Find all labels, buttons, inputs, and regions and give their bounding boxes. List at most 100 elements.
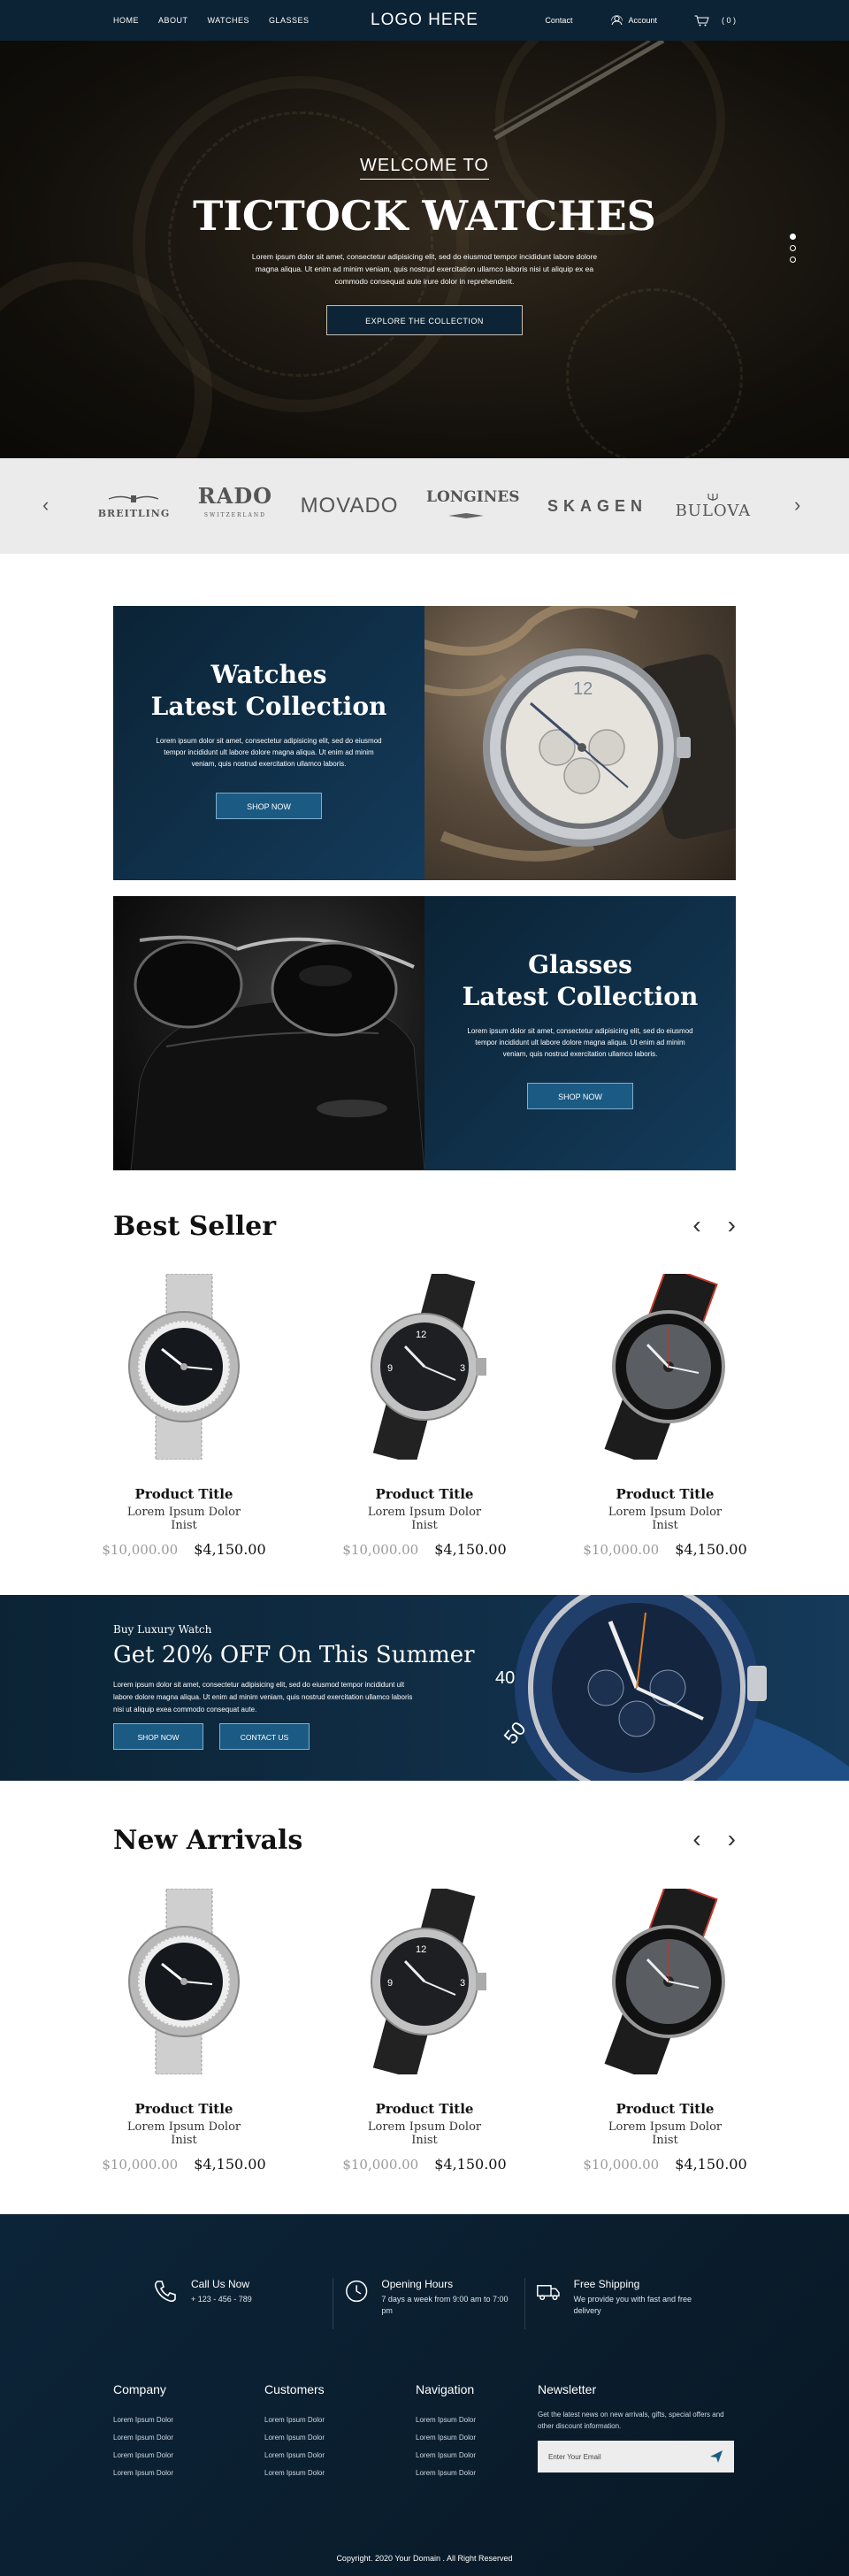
product-card[interactable]: Product Title Lorem Ipsum Dolor Inist $1…: [102, 1273, 266, 1558]
product-subtitle: Lorem Ipsum Dolor Inist: [126, 1506, 241, 1532]
steel-watch-image: [128, 1888, 240, 2075]
brand-next-arrow-icon[interactable]: ›: [794, 494, 800, 517]
newsletter-email-input[interactable]: Enter Your Email: [538, 2441, 734, 2472]
sunglasses-image: [130, 935, 424, 1170]
product-subtitle: Lorem Ipsum Dolor Inist: [608, 1506, 723, 1532]
feature-text: 7 days a week from 9:00 am to 7:00 pm: [381, 2295, 509, 2315]
site-footer: Call Us Now + 123 - 456 - 789 Opening Ho…: [0, 2214, 849, 2576]
new-arrivals-title: New Arrivals: [113, 1825, 303, 1856]
footer-link[interactable]: Lorem Ipsum Dolor: [264, 2434, 325, 2442]
feature-text: We provide you with fast and free delive…: [573, 2295, 692, 2315]
product-title[interactable]: Product Title: [594, 1486, 736, 1502]
product-subtitle: Lorem Ipsum Dolor Inist: [367, 2120, 482, 2147]
footer-column-title: Customers: [264, 2382, 325, 2396]
new-arrivals-prev-arrow-icon[interactable]: ‹: [692, 1825, 700, 1853]
product-old-price: $10,000.00: [342, 1542, 419, 1558]
cart-count: ( 0 ): [721, 16, 736, 25]
product-card[interactable]: 12 3 9 Product Title Lorem Ipsum Dolor I…: [342, 1269, 507, 1558]
omega-watch-image: 50 40: [495, 1595, 849, 1781]
brand-longines[interactable]: LONGINES: [426, 488, 520, 524]
product-price: $4,150.00: [675, 2156, 747, 2173]
footer-link[interactable]: Lorem Ipsum Dolor: [416, 2434, 476, 2442]
glasses-collection-panel: Glasses Latest Collection Lorem ipsum do…: [424, 896, 736, 1170]
glasses-shop-now-button[interactable]: SHOP NOW: [527, 1083, 633, 1109]
footer-link[interactable]: Lorem Ipsum Dolor: [416, 2451, 476, 2459]
pilot-watch-image: 12 3 9: [371, 1884, 486, 2080]
promo-text: Lorem ipsum dolor sit amet, consectetur …: [113, 1681, 413, 1714]
hero-content: WELCOME TO TICTOCK WATCHES Lorem ipsum d…: [0, 156, 849, 335]
footer-link[interactable]: Lorem Ipsum Dolor: [113, 2416, 173, 2424]
glasses-collection-banner: Glasses Latest Collection Lorem ipsum do…: [113, 896, 736, 1170]
brand-movado[interactable]: MOVADO: [301, 494, 399, 518]
brand-prev-arrow-icon[interactable]: ‹: [42, 494, 49, 517]
brand-logos: BREITLING RADO SWITZERLAND MOVADO LONGINE…: [84, 458, 765, 554]
footer-column-title: Company: [113, 2382, 166, 2396]
product-card[interactable]: 12 3 9 Product Title Lorem Ipsum Dolor I…: [342, 1884, 507, 2173]
product-image[interactable]: [113, 1888, 255, 2075]
newsletter-text: Get the latest news on new arrivals, gif…: [538, 2411, 724, 2430]
best-seller-prev-arrow-icon[interactable]: ‹: [692, 1211, 700, 1239]
product-image[interactable]: [113, 1273, 255, 1460]
svg-text:12: 12: [416, 1944, 426, 1955]
contact-us-button[interactable]: CONTACT US: [219, 1723, 310, 1750]
footer-column-title: Newsletter: [538, 2382, 597, 2396]
brand-breitling[interactable]: BREITLING: [98, 493, 170, 519]
glasses-collection-title: Glasses Latest Collection: [462, 950, 699, 1011]
svg-text:3: 3: [460, 1363, 465, 1374]
footer-link[interactable]: Lorem Ipsum Dolor: [264, 2451, 325, 2459]
footer-link[interactable]: Lorem Ipsum Dolor: [113, 2469, 173, 2477]
svg-text:3: 3: [460, 1978, 465, 1989]
product-title[interactable]: Product Title: [354, 1486, 495, 1502]
product-image[interactable]: [594, 1265, 736, 1468]
product-image[interactable]: 12 3 9: [354, 1269, 495, 1465]
feature-text: + 123 - 456 - 789: [191, 2295, 252, 2304]
promo-shop-now-button[interactable]: SHOP NOW: [113, 1723, 203, 1750]
hero-title: TICTOCK WATCHES: [193, 192, 656, 240]
product-card[interactable]: Product Title Lorem Ipsum Dolor Inist $1…: [583, 1265, 747, 1558]
footer-link[interactable]: Lorem Ipsum Dolor: [264, 2416, 325, 2424]
svg-text:12: 12: [416, 1330, 426, 1340]
watches-shop-now-button[interactable]: SHOP NOW: [216, 793, 322, 819]
product-title[interactable]: Product Title: [594, 2101, 736, 2117]
product-image[interactable]: [594, 1880, 736, 2082]
new-arrivals-products: Product Title Lorem Ipsum Dolor Inist $1…: [102, 1880, 747, 2173]
cart-link[interactable]: ( 0 ): [694, 15, 736, 27]
footer-link[interactable]: Lorem Ipsum Dolor: [113, 2434, 173, 2442]
phone-icon: [154, 2281, 176, 2303]
product-card[interactable]: Product Title Lorem Ipsum Dolor Inist $1…: [102, 1888, 266, 2173]
glasses-collection-text: Lorem ipsum dolor sit amet, consectetur …: [467, 1027, 693, 1058]
footer-link[interactable]: Lorem Ipsum Dolor: [416, 2416, 476, 2424]
footer-link[interactable]: Lorem Ipsum Dolor: [416, 2469, 476, 2477]
product-card[interactable]: Product Title Lorem Ipsum Dolor Inist $1…: [583, 1880, 747, 2173]
slider-dot[interactable]: [790, 257, 796, 263]
best-seller-next-arrow-icon[interactable]: ›: [728, 1211, 736, 1239]
hero-text: Lorem ipsum dolor sit amet, consectetur …: [251, 252, 598, 286]
new-arrivals-next-arrow-icon[interactable]: ›: [728, 1825, 736, 1853]
brand-bulova[interactable]: BULOVA: [676, 493, 752, 520]
product-image[interactable]: 12 3 9: [354, 1884, 495, 2080]
product-old-price: $10,000.00: [102, 2157, 179, 2173]
product-title[interactable]: Product Title: [113, 1486, 255, 1502]
chronograph-watch-image: 12: [424, 606, 736, 862]
brand-skagen[interactable]: SKAGEN: [547, 497, 647, 516]
explore-collection-button[interactable]: EXPLORE THE COLLECTION: [326, 305, 523, 335]
summer-promo-banner: 50 40 Buy Luxury Watch Get 20% OFF On Th…: [0, 1595, 849, 1781]
promo-title: Get 20% OFF On This Summer: [113, 1642, 475, 1668]
brand-carousel: ‹ BREITLING RADO SWITZERLAND MOVADO LONGI…: [0, 458, 849, 554]
feature-call-us: Call Us Now + 123 - 456 - 789: [142, 2278, 333, 2329]
hero-welcome: WELCOME TO: [360, 156, 489, 180]
contact-link[interactable]: Contact: [545, 16, 572, 25]
footer-link[interactable]: Lorem Ipsum Dolor: [113, 2451, 173, 2459]
brand-rado[interactable]: RADO SWITZERLAND: [198, 486, 272, 525]
account-link[interactable]: Account: [611, 15, 657, 26]
product-title[interactable]: Product Title: [113, 2101, 255, 2117]
product-price: $4,150.00: [675, 1541, 747, 1558]
slider-dot[interactable]: [790, 245, 796, 251]
slider-dot[interactable]: [790, 234, 796, 240]
new-arrivals-arrows: ‹ ›: [692, 1825, 736, 1853]
product-title[interactable]: Product Title: [354, 2101, 495, 2117]
footer-navigation-column: Navigation Lorem Ipsum Dolor Lorem Ipsum…: [416, 2382, 476, 2487]
newsletter-placeholder: Enter Your Email: [548, 2452, 601, 2461]
footer-link[interactable]: Lorem Ipsum Dolor: [264, 2469, 325, 2477]
send-icon[interactable]: [709, 2450, 723, 2464]
